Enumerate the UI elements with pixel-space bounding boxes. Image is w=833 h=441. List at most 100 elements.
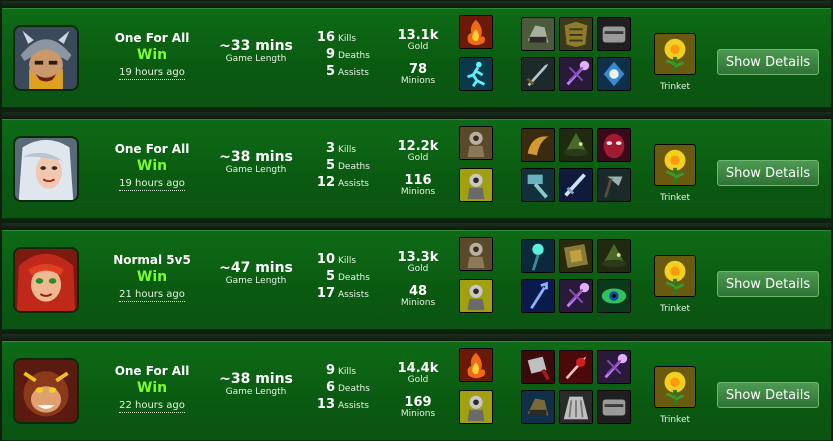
flash-spell-icon[interactable] <box>459 168 493 202</box>
minions-label: Minions <box>400 76 436 86</box>
minions-value: 116 <box>404 173 432 188</box>
game-length-label: Game Length <box>225 387 287 397</box>
kills-label: Kills <box>338 145 357 155</box>
gold-stat: 13.1k Gold <box>388 29 448 52</box>
teleport-spell-icon[interactable] <box>459 126 493 160</box>
trinket-icon[interactable] <box>654 366 696 408</box>
kills-label: Kills <box>338 256 357 266</box>
monkey-warrior-portrait-icon <box>15 360 77 422</box>
teleport-spell-icon[interactable] <box>459 237 493 271</box>
game-length-value: ~47 mins <box>219 260 293 276</box>
trident-item-icon[interactable] <box>521 279 555 313</box>
gold-value: 13.1k <box>397 28 439 43</box>
gold-stat: 14.4k Gold <box>388 362 448 385</box>
deaths-label: Deaths <box>338 51 370 61</box>
hammer-item-icon[interactable] <box>521 168 555 202</box>
minions-label: Minions <box>400 298 436 308</box>
bearded-viking-warrior-portrait-icon <box>15 27 77 89</box>
red-haired-girl-portrait-icon <box>15 249 77 311</box>
helm-item-icon[interactable] <box>597 17 631 51</box>
gold-label: Gold <box>407 153 429 163</box>
minions-stat: 116 Minions <box>388 174 448 197</box>
gold-value: 12.2k <box>397 139 439 154</box>
match-row: One For All Win 22 hours ago ~38 mins Ga… <box>2 334 831 441</box>
mask-item-icon[interactable] <box>597 128 631 162</box>
gold-label: Gold <box>407 42 429 52</box>
blade-item-icon[interactable] <box>559 350 593 384</box>
minions-stat: 169 Minions <box>388 396 448 419</box>
match-result: Win <box>136 269 168 285</box>
minions-stat: 48 Minions <box>388 285 448 308</box>
flash-spell-icon[interactable] <box>459 279 493 313</box>
champion-portrait[interactable] <box>13 25 79 91</box>
minions-label: Minions <box>400 409 436 419</box>
boots-item-icon[interactable] <box>521 17 555 51</box>
flash-spell-icon[interactable] <box>459 390 493 424</box>
ghost-spell-icon[interactable] <box>459 57 493 91</box>
kda-stats: 3 Kills 5 Deaths 12 Assists <box>302 138 382 190</box>
assists-label: Assists <box>338 401 369 411</box>
kills-label: Kills <box>338 34 357 44</box>
blade-item-icon[interactable] <box>521 57 555 91</box>
game-length: ~47 mins Game Length <box>216 260 296 287</box>
gold-stat: 12.2k Gold <box>388 140 448 163</box>
minions-value: 48 <box>408 284 428 299</box>
game-mode: One For All <box>114 142 190 156</box>
ignite-spell-icon[interactable] <box>459 15 493 49</box>
champion-portrait[interactable] <box>13 247 79 313</box>
gold-label: Gold <box>407 264 429 274</box>
eye-item-icon[interactable] <box>597 279 631 313</box>
time-ago-text: 19 hours ago <box>119 67 185 80</box>
kda-stats: 16 Kills 9 Deaths 5 Assists <box>302 27 382 79</box>
match-result: Win <box>136 380 168 396</box>
boots-item-icon[interactable] <box>521 390 555 424</box>
sword-item-icon[interactable] <box>559 168 593 202</box>
minions-stat: 78 Minions <box>388 63 448 86</box>
show-details-button[interactable]: Show Details <box>717 271 819 297</box>
assists-label: Assists <box>338 179 369 189</box>
assists-value: 5 <box>325 64 335 79</box>
assists-value: 12 <box>316 175 335 190</box>
game-length: ~38 mins Game Length <box>216 150 296 176</box>
armor-item-icon[interactable] <box>559 17 593 51</box>
ignite-spell-icon[interactable] <box>459 348 493 382</box>
assists-label: Assists <box>338 68 369 78</box>
minions-label: Minions <box>400 187 436 197</box>
trinket-label: Trinket <box>659 415 691 425</box>
match-row: One For All Win 19 hours ago ~33 mins Ga… <box>2 1 831 108</box>
show-details-button[interactable]: Show Details <box>717 160 819 186</box>
horn-item-icon[interactable] <box>521 128 555 162</box>
time-ago-text: 21 hours ago <box>119 289 185 302</box>
staff-item-icon[interactable] <box>559 279 593 313</box>
gem-item-icon[interactable] <box>597 57 631 91</box>
time-ago: 22 hours ago <box>97 400 207 413</box>
staff-item-icon[interactable] <box>559 57 593 91</box>
game-length-value: ~38 mins <box>219 371 293 387</box>
cleaver-item-icon[interactable] <box>521 350 555 384</box>
trinket-icon[interactable] <box>654 255 696 297</box>
gold-value: 14.4k <box>397 361 439 376</box>
helm-item-icon[interactable] <box>597 390 631 424</box>
kda-stats: 10 Kills 5 Deaths 17 Assists <box>302 249 382 301</box>
staff-item-icon[interactable] <box>597 350 631 384</box>
gold-value: 13.3k <box>397 250 439 265</box>
tome-item-icon[interactable] <box>559 239 593 273</box>
match-row: One For All Win 19 hours ago ~38 mins Ga… <box>2 112 831 219</box>
gold-label: Gold <box>407 375 429 385</box>
game-length-label: Game Length <box>225 276 287 286</box>
trinket-icon[interactable] <box>654 33 696 75</box>
hat-item-icon[interactable] <box>597 239 631 273</box>
show-details-button[interactable]: Show Details <box>717 49 819 75</box>
show-details-button[interactable]: Show Details <box>717 382 819 408</box>
cloak-item-icon[interactable] <box>559 390 593 424</box>
trinket-icon[interactable] <box>654 144 696 186</box>
hat-item-icon[interactable] <box>559 128 593 162</box>
trinket-label: Trinket <box>659 82 691 92</box>
champion-portrait[interactable] <box>13 136 79 202</box>
champion-portrait[interactable] <box>13 358 79 424</box>
axe-item-icon[interactable] <box>597 168 631 202</box>
assists-label: Assists <box>338 290 369 300</box>
orb-staff-item-icon[interactable] <box>521 239 555 273</box>
minions-value: 169 <box>404 395 432 410</box>
match-result: Win <box>136 158 168 174</box>
